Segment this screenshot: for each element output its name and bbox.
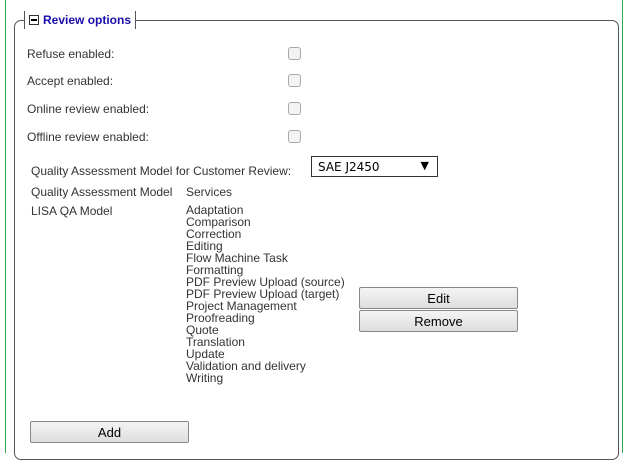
online-review-enabled-checkbox[interactable]: [288, 102, 301, 115]
accept-enabled-label: Accept enabled:: [27, 74, 114, 88]
edit-button[interactable]: Edit: [359, 287, 518, 309]
add-button[interactable]: Add: [30, 421, 189, 443]
table-row-model: LISA QA Model: [31, 204, 113, 218]
dropdown-arrow-icon: ▼: [420, 159, 429, 172]
online-review-enabled-label: Online review enabled:: [27, 102, 150, 116]
qa-model-select[interactable]: SAE J2450 ▼: [311, 156, 438, 177]
column-header-services: Services: [186, 185, 233, 199]
fieldset-legend: Review options: [24, 11, 137, 29]
offline-review-enabled-label: Offline review enabled:: [27, 130, 149, 144]
refuse-enabled-label: Refuse enabled:: [27, 47, 115, 61]
qa-model-label: Quality Assessment Model for Customer Re…: [31, 164, 292, 178]
qa-model-select-value: SAE J2450: [318, 159, 380, 174]
remove-button[interactable]: Remove: [359, 310, 518, 332]
list-item: Writing: [186, 371, 224, 385]
accept-enabled-checkbox[interactable]: [288, 74, 301, 87]
services-list: Adaptation Comparison Correction Editing…: [186, 204, 345, 384]
collapse-icon[interactable]: [29, 15, 39, 25]
column-header-model: Quality Assessment Model: [31, 185, 173, 199]
refuse-enabled-checkbox[interactable]: [288, 47, 301, 60]
offline-review-enabled-checkbox[interactable]: [288, 130, 301, 143]
legend-title: Review options: [43, 13, 132, 27]
